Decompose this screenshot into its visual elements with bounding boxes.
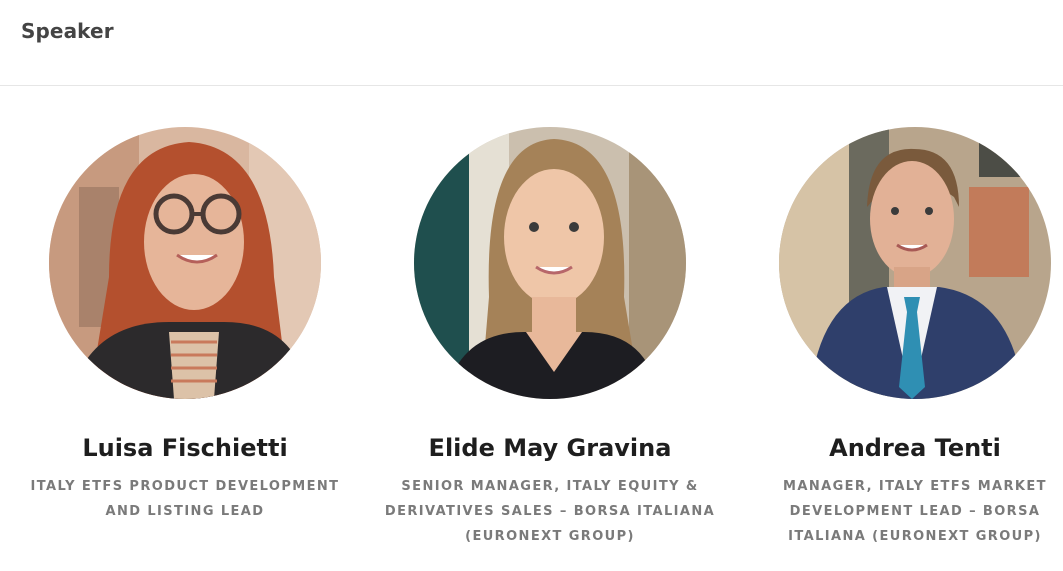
speaker-name: Elide May Gravina xyxy=(428,434,672,462)
speaker-name: Luisa Fischietti xyxy=(82,434,288,462)
speaker-role: SENIOR MANAGER, ITALY EQUITY & DERIVATIV… xyxy=(384,479,716,544)
speaker-role: ITALY ETFS PRODUCT DEVELOPMENT AND LISTI… xyxy=(30,479,340,519)
speaker-name: Andrea Tenti xyxy=(829,434,1001,462)
speaker-card: Elide May Gravina SENIOR MANAGER, ITALY … xyxy=(370,127,730,549)
speaker-card: Andrea Tenti MANAGER, ITALY ETFS MARKET … xyxy=(735,127,1063,549)
speaker-photo xyxy=(49,127,321,399)
speaker-photo xyxy=(779,127,1051,399)
speaker-card: Luisa Fischietti ITALY ETFS PRODUCT DEVE… xyxy=(5,127,365,524)
section-title: Speaker xyxy=(21,19,114,43)
section-header: Speaker xyxy=(0,0,1063,86)
speaker-role: MANAGER, ITALY ETFS MARKET DEVELOPMENT L… xyxy=(783,479,1047,544)
speaker-photo xyxy=(414,127,686,399)
